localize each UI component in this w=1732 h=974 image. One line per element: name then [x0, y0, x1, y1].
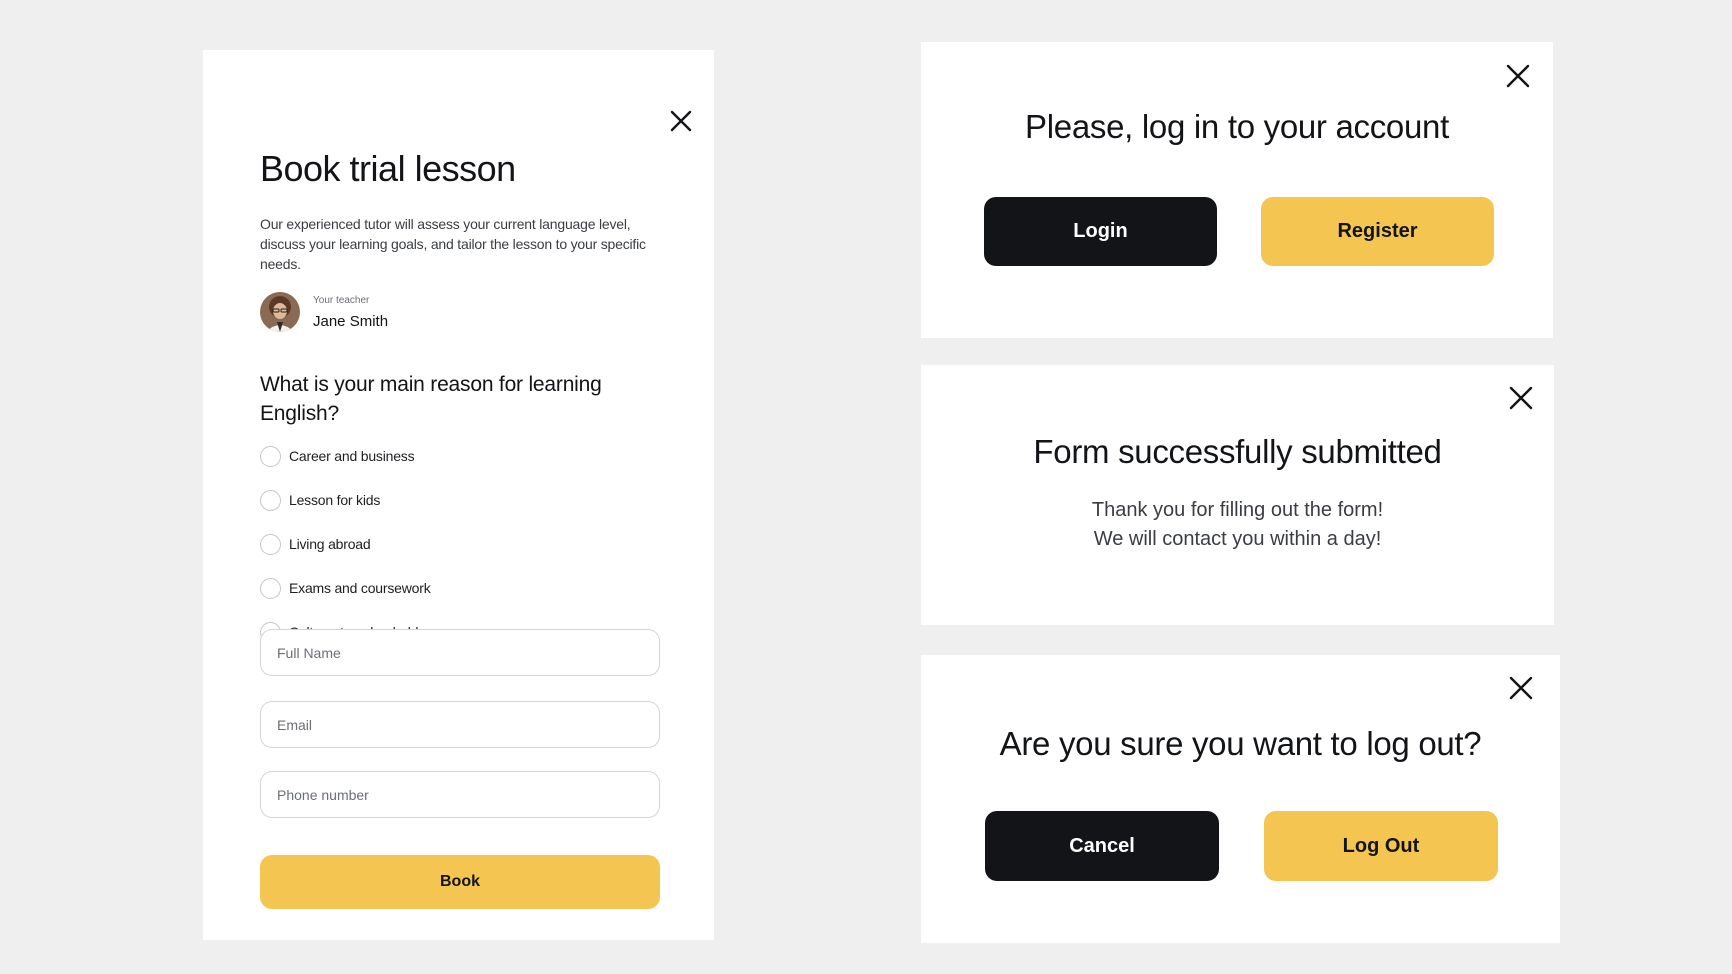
- phone-number-input[interactable]: [260, 771, 660, 818]
- login-prompt-modal: Please, log in to your account Login Reg…: [921, 42, 1553, 338]
- close-icon[interactable]: [1505, 63, 1531, 89]
- option-label: Career and business: [289, 448, 415, 464]
- option-label: Living abroad: [289, 536, 371, 552]
- reason-option-career[interactable]: Career and business: [260, 445, 431, 467]
- success-line-1: Thank you for filling out the form!: [1091, 499, 1384, 521]
- success-message: Thank you for filling out the form! We w…: [921, 496, 1554, 554]
- radio-button[interactable]: [260, 533, 281, 555]
- form-success-modal: Form successfully submitted Thank you fo…: [921, 365, 1554, 625]
- radio-button[interactable]: [260, 577, 281, 599]
- full-name-input[interactable]: [260, 629, 660, 676]
- login-button[interactable]: Login: [984, 197, 1217, 266]
- reason-option-abroad[interactable]: Living abroad: [260, 533, 431, 555]
- close-icon[interactable]: [668, 108, 694, 134]
- close-icon[interactable]: [1508, 385, 1534, 411]
- option-label: Exams and coursework: [289, 580, 431, 596]
- email-input[interactable]: [260, 701, 660, 748]
- reason-option-exams[interactable]: Exams and coursework: [260, 577, 431, 599]
- success-line-2: We will contact you within a day!: [1093, 528, 1382, 550]
- teacher-name: Jane Smith: [313, 312, 389, 330]
- modal-description: Our experienced tutor will assess your c…: [260, 216, 646, 272]
- teacher-caption: Your teacher: [313, 294, 370, 306]
- teacher-info: Your teacher Jane Smith: [260, 292, 388, 332]
- logout-confirm-modal: Are you sure you want to log out? Cancel…: [921, 655, 1560, 943]
- log-out-button[interactable]: Log Out: [1264, 811, 1498, 881]
- book-button[interactable]: Book: [260, 855, 660, 909]
- reason-option-kids[interactable]: Lesson for kids: [260, 489, 431, 511]
- close-icon[interactable]: [1508, 675, 1534, 701]
- radio-button[interactable]: [260, 489, 281, 511]
- reason-question: What is your main reason for learning En…: [260, 373, 602, 425]
- teacher-avatar: [260, 292, 300, 332]
- radio-button[interactable]: [260, 445, 281, 467]
- cancel-button[interactable]: Cancel: [985, 811, 1219, 881]
- modal-title: Book trial lesson: [260, 148, 516, 189]
- modal-title: Are you sure you want to log out?: [999, 725, 1482, 762]
- modal-title: Form successfully submitted: [1033, 433, 1442, 470]
- modal-title: Please, log in to your account: [1025, 108, 1449, 145]
- book-trial-lesson-modal: Book trial lesson Our experienced tutor …: [203, 50, 714, 940]
- register-button[interactable]: Register: [1261, 197, 1494, 266]
- option-label: Lesson for kids: [289, 492, 381, 508]
